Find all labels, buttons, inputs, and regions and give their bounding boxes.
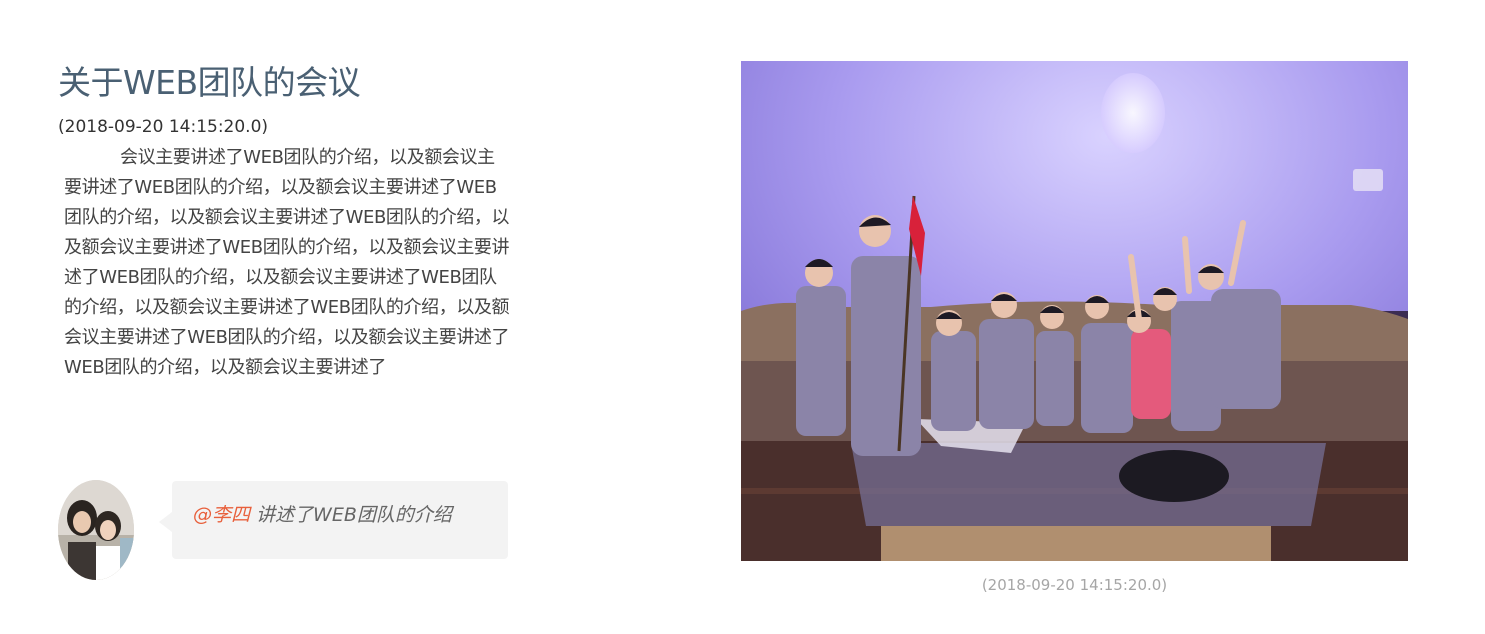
commenter-avatar[interactable] [58,480,134,580]
comment-bubble: @李四 讲述了WEB团队的介绍 [159,481,508,559]
bubble-pointer [159,512,172,532]
article-body: 会议主要讲述了WEB团队的介绍，以及额会议主要讲述了WEB团队的介绍，以及额会议… [64,147,510,378]
photo-caption: (2018-09-20 14:15:20.0) [981,576,1168,594]
event-photo[interactable] [741,61,1408,561]
comment-body: 讲述了WEB团队的介绍 [250,504,452,526]
article-date: (2018-09-20 14:15:20.0) [58,117,269,137]
article-title: 关于WEB团队的会议 [58,63,361,102]
comment-text: @李四 讲述了WEB团队的介绍 [193,500,508,527]
mention-link[interactable]: @李四 [193,504,250,526]
